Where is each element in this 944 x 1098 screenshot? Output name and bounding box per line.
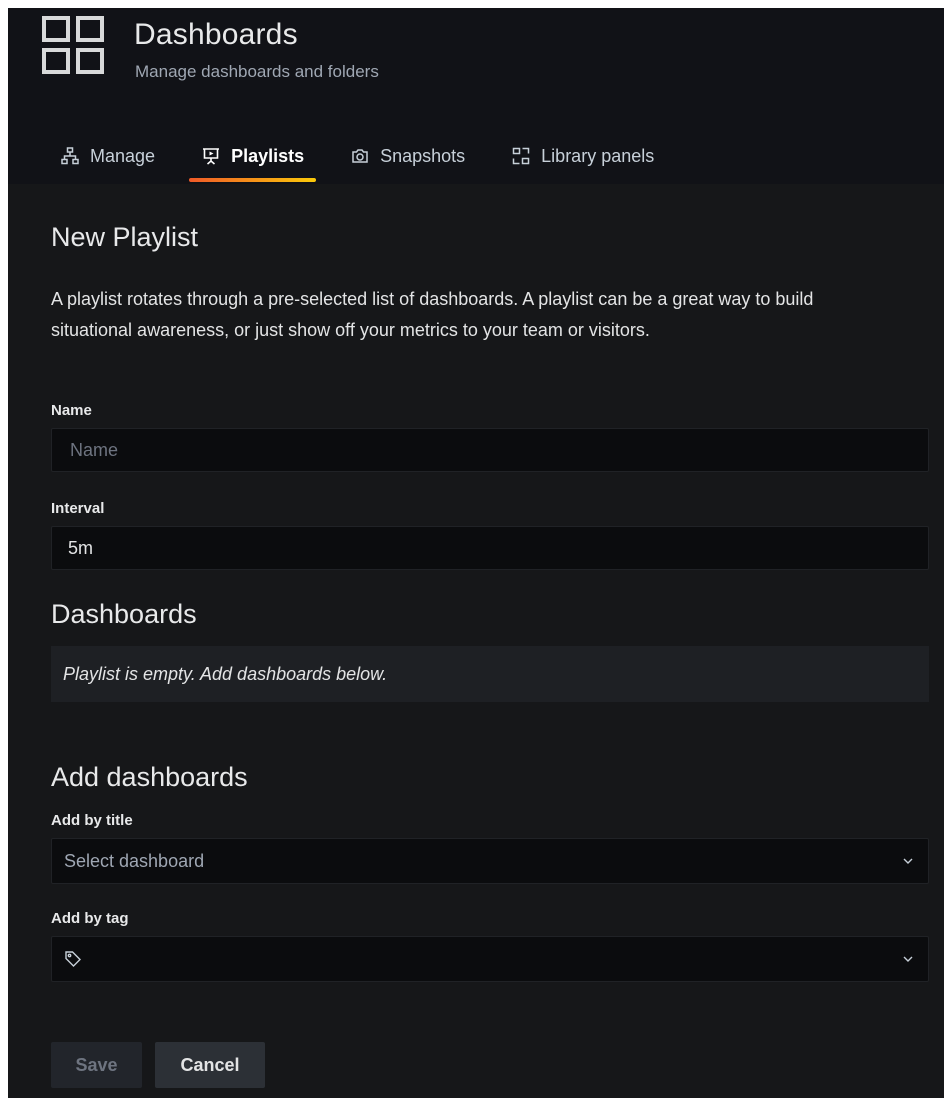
tab-label: Playlists	[231, 145, 305, 166]
tag-icon	[64, 950, 82, 968]
tab-library-panels[interactable]: Library panels	[499, 136, 666, 176]
add-by-title-select[interactable]: Select dashboard	[51, 838, 929, 884]
sitemap-icon	[60, 146, 80, 166]
chevron-down-icon	[902, 855, 914, 867]
playlist-empty-message: Playlist is empty. Add dashboards below.	[51, 646, 929, 702]
form-heading: New Playlist	[51, 222, 199, 252]
page-subtitle: Manage dashboards and folders	[135, 62, 379, 81]
tab-snapshots[interactable]: Snapshots	[338, 136, 477, 176]
form-description: A playlist rotates through a pre-selecte…	[51, 289, 814, 340]
save-button[interactable]: Save	[51, 1042, 142, 1088]
tab-playlists[interactable]: Playlists	[189, 136, 317, 182]
add-by-tag-label: Add by tag	[51, 910, 129, 927]
presentation-play-icon	[201, 146, 221, 166]
empty-message-text: Playlist is empty. Add dashboards below.	[63, 663, 388, 684]
chevron-down-icon	[902, 953, 914, 965]
tab-bar: Manage Playlists Snapshots Library panel…	[48, 136, 688, 184]
tab-manage[interactable]: Manage	[48, 136, 167, 176]
select-placeholder: Select dashboard	[64, 850, 205, 871]
tab-label: Manage	[90, 145, 156, 166]
app-window: Dashboards Manage dashboards and folders…	[8, 8, 944, 1098]
library-panel-icon	[511, 146, 531, 166]
camera-icon	[350, 146, 370, 166]
interval-input[interactable]: 5m	[51, 526, 929, 570]
name-input[interactable]	[51, 428, 929, 472]
name-label: Name	[51, 402, 92, 419]
page-header: Dashboards Manage dashboards and folders…	[8, 8, 944, 184]
tab-label: Library panels	[541, 145, 655, 166]
add-by-title-label: Add by title	[51, 812, 133, 829]
tab-label: Snapshots	[380, 145, 466, 166]
add-dashboards-heading: Add dashboards	[51, 762, 248, 792]
interval-label: Interval	[51, 500, 105, 517]
dashboards-heading: Dashboards	[51, 599, 197, 629]
cancel-button[interactable]: Cancel	[155, 1042, 265, 1088]
apps-grid-icon	[42, 16, 104, 74]
page-title: Dashboards	[134, 18, 298, 51]
add-by-tag-select[interactable]	[51, 936, 929, 982]
